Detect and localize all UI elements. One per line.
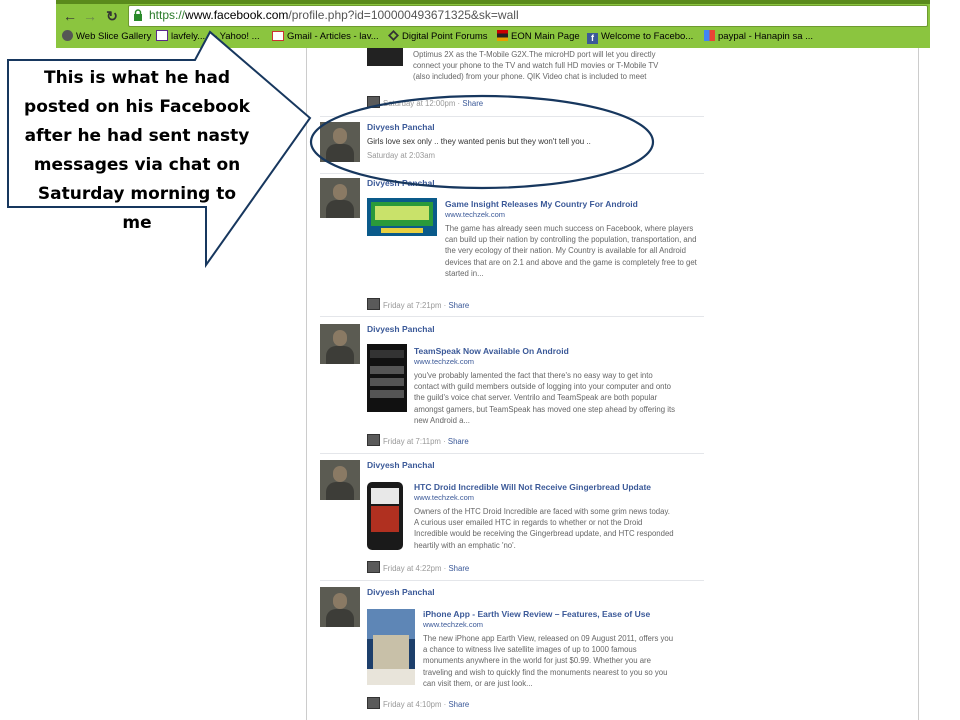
callout-line: messages via chat on — [33, 155, 241, 175]
callout-line: after he had sent nasty — [24, 126, 250, 146]
callout-line: me — [122, 213, 152, 233]
highlight-ellipse — [309, 94, 655, 190]
callout-line: Saturday morning to — [37, 184, 237, 204]
callout-line: This is what he had — [43, 68, 231, 88]
callout-line: posted on his Facebook — [24, 97, 250, 117]
callout-text: This is what he had posted on his Facebo… — [14, 64, 260, 238]
